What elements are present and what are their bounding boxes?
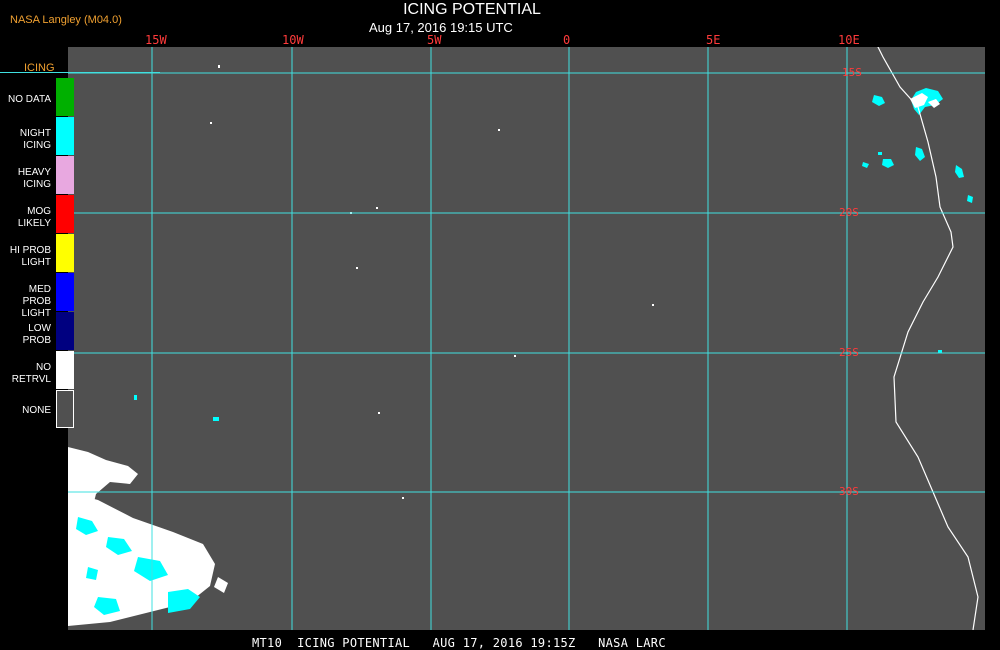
lon-label-0: 0 bbox=[563, 33, 571, 47]
icing-map[interactable] bbox=[68, 47, 985, 630]
legend-swatch-hi-prob-light bbox=[56, 234, 74, 272]
lon-label-15w: 15W bbox=[145, 33, 167, 47]
lat-label-25s: 25S bbox=[839, 346, 859, 359]
lat-label-20s: 20S bbox=[839, 206, 859, 219]
legend: NO DATA NIGHT ICING HEAVY ICING MOG LIKELY … bbox=[0, 78, 80, 430]
lon-label-10w: 10W bbox=[282, 33, 304, 47]
legend-label-mog-likely: MOG LIKELY bbox=[17, 206, 51, 229]
legend-swatch-med-prob-light bbox=[56, 273, 74, 311]
legend-label-night-icing: NIGHT ICING bbox=[19, 128, 51, 151]
legend-swatch-night-icing bbox=[56, 117, 74, 155]
legend-label-med-prob-light: MED PROB LIGHT bbox=[21, 284, 51, 319]
footer-caption: MT10 ICING POTENTIAL AUG 17, 2016 19:15Z… bbox=[252, 636, 666, 650]
legend-swatch-none bbox=[56, 390, 74, 428]
legend-title: ICING bbox=[24, 62, 55, 74]
legend-swatch-no-retrvl bbox=[56, 351, 74, 389]
legend-swatch-no-data bbox=[56, 78, 74, 116]
lat-label-15s: 15S bbox=[842, 66, 862, 79]
lat-label-30s: 30S bbox=[839, 485, 859, 498]
credit-text: NASA Langley (M04.0) bbox=[10, 14, 122, 26]
lon-label-5e: 5E bbox=[706, 33, 721, 47]
legend-label-hi-prob-light: HI PROB LIGHT bbox=[9, 245, 51, 268]
legend-label-heavy-icing: HEAVY ICING bbox=[17, 167, 51, 190]
lon-label-5w: 5W bbox=[427, 33, 442, 47]
legend-swatch-mog-likely bbox=[56, 195, 74, 233]
map-title: ICING POTENTIAL bbox=[403, 1, 541, 18]
legend-swatch-heavy-icing bbox=[56, 156, 74, 194]
legend-label-no-data: NO DATA bbox=[8, 94, 51, 105]
legend-label-no-retrvl: NO RETRVL bbox=[11, 362, 51, 385]
legend-label-low-prob: LOW PROB bbox=[22, 323, 51, 346]
lon-label-10e: 10E bbox=[838, 33, 860, 47]
legend-swatch-low-prob bbox=[56, 312, 74, 350]
legend-label-none: NONE bbox=[22, 405, 51, 416]
